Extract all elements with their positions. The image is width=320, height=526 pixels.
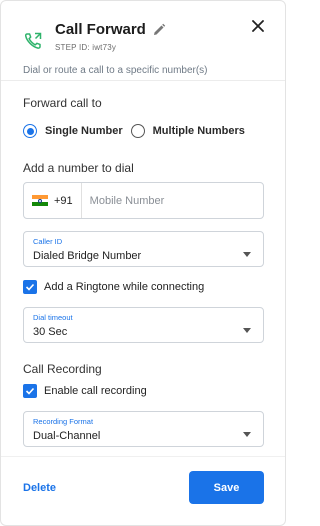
page-title: Call Forward [55,21,166,38]
add-number-label: Add a number to dial [23,161,134,175]
radio-label: Single Number [45,125,123,137]
caller-id-value: Dialed Bridge Number [33,250,142,262]
radio-multiple-numbers[interactable]: Multiple Numbers [130,124,245,138]
phone-number-field: +91 [23,182,264,219]
caret-down-icon [243,328,251,333]
caller-id-label: Caller ID [33,237,63,246]
dial-timeout-value: 30 Sec [33,326,68,338]
caret-down-icon [243,432,251,437]
header-divider [1,80,285,81]
radio-single-number[interactable]: Single Number [23,124,123,138]
footer-divider [1,456,285,457]
radio-button-unchecked[interactable] [130,124,145,138]
dial-timeout-select[interactable]: Dial timeout 30 Sec [23,307,264,343]
ringtone-label: Add a Ringtone while connecting [44,281,205,293]
ringtone-checkbox-row[interactable]: Add a Ringtone while connecting [23,280,204,294]
recording-checkbox[interactable] [23,384,37,398]
step-id: STEP ID: iwt73y [55,43,117,52]
pencil-edit-icon[interactable] [152,23,166,37]
checkmark-icon [25,387,35,395]
recording-checkbox-label: Enable call recording [44,385,147,397]
save-button[interactable]: Save [189,471,264,504]
mobile-number-input[interactable] [81,194,263,207]
recording-checkbox-row[interactable]: Enable call recording [23,384,147,398]
recording-format-value: Dual-Channel [33,430,101,442]
recording-format-select[interactable]: Recording Format Dual-Channel [23,411,264,447]
recording-format-label: Recording Format [33,417,94,426]
forward-options: Single Number Multiple Numbers [23,124,253,138]
dial-timeout-label: Dial timeout [33,313,73,322]
checkmark-icon [25,283,35,291]
radio-button-checked[interactable] [23,124,37,138]
forward-call-label: Forward call to [23,96,102,110]
caret-down-icon [243,252,251,257]
radio-label: Multiple Numbers [152,125,245,137]
country-code-selector[interactable]: +91 [24,183,82,218]
subtitle: Dial or route a call to a specific numbe… [23,65,208,76]
title-text: Call Forward [55,21,146,38]
call-forward-panel: Call Forward STEP ID: iwt73y Dial or rou… [0,0,286,526]
caller-id-select[interactable]: Caller ID Dialed Bridge Number [23,231,264,267]
ringtone-checkbox[interactable] [23,280,37,294]
close-icon[interactable] [249,17,267,35]
india-flag-icon [32,195,48,206]
phone-forward-icon [24,32,42,49]
country-code: +91 [54,194,73,207]
call-recording-label: Call Recording [23,362,102,376]
delete-button[interactable]: Delete [23,482,56,494]
